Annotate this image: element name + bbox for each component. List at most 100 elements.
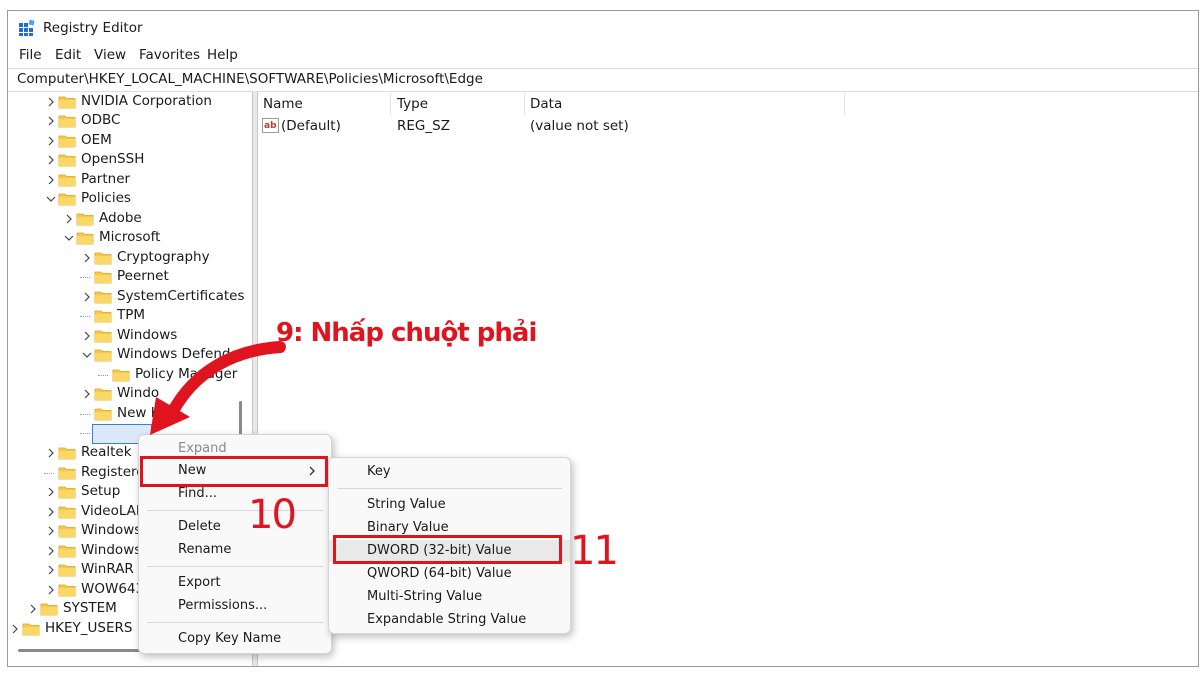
tree-item-label: Adobe [99,210,142,226]
menu-edit[interactable]: Edit [55,47,81,63]
chevron-right-icon[interactable] [46,97,56,107]
folder-icon [58,115,76,128]
folder-icon [94,408,112,421]
chevron-right-icon[interactable] [46,546,56,556]
folder-icon [94,330,112,343]
tree-connector [44,473,54,474]
menu-item-rename[interactable]: Rename [139,539,331,561]
tree-item[interactable]: Peernet [8,267,248,286]
tree-item-label: Windows [81,522,142,538]
menu-file[interactable]: File [19,47,42,63]
menu-help[interactable]: Help [207,47,238,63]
tree-item-label: HKEY_USERS [45,620,133,636]
column-divider[interactable] [844,93,845,115]
tree-item-label: ODBC [81,112,121,128]
chevron-right-icon[interactable] [46,565,56,575]
annotation-step-10: 10 [248,492,297,538]
tree-item[interactable]: SystemCertificates [8,287,248,306]
menu-favorites[interactable]: Favorites [139,47,200,63]
submenu-item-string-value[interactable]: String Value [329,494,570,516]
column-header-type[interactable]: Type [397,96,428,112]
tree-item-label: Cryptography [117,249,210,265]
tree-item[interactable]: Cryptography [8,248,248,267]
folder-icon [58,193,76,206]
chevron-right-icon[interactable] [82,253,92,263]
folder-icon [58,545,76,558]
address-path[interactable]: Computer\HKEY_LOCAL_MACHINE\SOFTWARE\Pol… [17,71,483,87]
submenu-item-qword-value[interactable]: QWORD (64-bit) Value [329,563,570,585]
tree-item[interactable]: TPM [8,306,248,325]
column-divider[interactable] [390,93,391,115]
folder-icon [58,506,76,519]
submenu-item-expandable-string-value[interactable]: Expandable String Value [329,609,570,631]
tree-item-label: OpenSSH [81,151,145,167]
chevron-right-icon[interactable] [82,389,92,399]
menu-separator [147,510,323,511]
menu-separator [147,622,323,623]
highlight-box-new [140,456,328,487]
tree-item[interactable]: Adobe [8,209,248,228]
chevron-right-icon[interactable] [46,585,56,595]
menu-view[interactable]: View [94,47,126,63]
chevron-down-icon[interactable] [82,350,92,360]
tree-connector [80,277,90,278]
annotation-arrow-icon [150,341,286,435]
menu-item-export[interactable]: Export [139,572,331,594]
tree-connector [98,375,108,376]
folder-icon [58,584,76,597]
folder-icon [94,271,112,284]
tree-item[interactable]: NVIDIA Corporation [8,92,248,111]
address-bar[interactable]: Computer\HKEY_LOCAL_MACHINE\SOFTWARE\Pol… [8,68,1198,92]
column-header-name[interactable]: Name [263,96,303,112]
folder-icon [58,447,76,460]
chevron-down-icon[interactable] [64,233,74,243]
tree-item[interactable]: OEM [8,131,248,150]
folder-icon [58,486,76,499]
menu-separator [147,566,323,567]
menu-item-copy-key-name[interactable]: Copy Key Name [139,628,331,650]
menu-item-permissions[interactable]: Permissions... [139,595,331,617]
value-type: REG_SZ [397,118,450,134]
tree-item-label: NVIDIA Corporation [81,93,212,109]
tree-item[interactable]: Policies [8,189,248,208]
tree-item[interactable]: Partner [8,170,248,189]
chevron-right-icon[interactable] [28,604,38,614]
tree-item[interactable]: Microsoft [8,228,248,247]
tree-connector [80,316,90,317]
folder-icon [94,252,112,265]
chevron-right-icon[interactable] [10,624,20,634]
chevron-right-icon[interactable] [46,448,56,458]
string-value-icon: ab [262,118,279,133]
chevron-down-icon[interactable] [46,194,56,204]
menu-item-delete[interactable]: Delete [139,516,331,538]
tree-item[interactable]: ODBC [8,111,248,130]
folder-icon [58,564,76,577]
column-divider[interactable] [524,93,525,115]
folder-icon [58,525,76,538]
tree-connector [80,433,90,434]
chevron-right-icon[interactable] [64,214,74,224]
chevron-right-icon[interactable] [46,116,56,126]
tree-item[interactable]: OpenSSH [8,150,248,169]
chevron-right-icon[interactable] [46,507,56,517]
tree-item-label: Microsoft [99,229,161,245]
folder-icon [58,467,76,480]
window-title: Registry Editor [43,20,143,36]
chevron-right-icon[interactable] [46,175,56,185]
chevron-right-icon[interactable] [46,526,56,536]
folder-icon [94,349,112,362]
chevron-right-icon[interactable] [82,331,92,341]
folder-icon [76,213,94,226]
submenu-item-key[interactable]: Key [329,461,570,483]
chevron-right-icon[interactable] [46,136,56,146]
chevron-right-icon[interactable] [46,487,56,497]
folder-icon [76,232,94,245]
column-header-data[interactable]: Data [530,96,562,112]
tree-item-label: WOW643 [81,581,145,597]
folder-icon [94,310,112,323]
tree-item-label: Setup [81,483,121,499]
menu-separator [337,488,562,489]
chevron-right-icon[interactable] [82,292,92,302]
chevron-right-icon[interactable] [46,155,56,165]
submenu-item-multi-string-value[interactable]: Multi-String Value [329,586,570,608]
